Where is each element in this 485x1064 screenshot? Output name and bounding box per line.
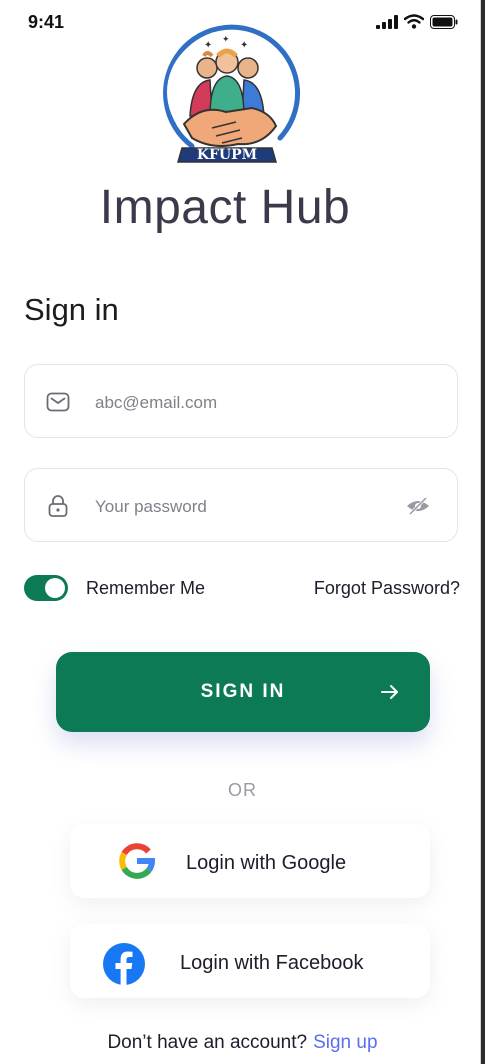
sign-in-button[interactable]: SIGN IN <box>56 652 430 732</box>
svg-text:✦: ✦ <box>204 40 212 51</box>
google-login-label: Login with Google <box>186 852 347 874</box>
wifi-icon <box>404 14 424 29</box>
toggle-knob <box>45 578 65 598</box>
password-field[interactable] <box>24 468 458 542</box>
lock-icon <box>48 495 68 517</box>
facebook-icon <box>103 943 145 985</box>
email-input[interactable] <box>93 389 397 417</box>
status-icons <box>376 14 458 29</box>
kfupm-logo: ✦ ✦ ✦ KFUPM <box>163 24 301 163</box>
sign-in-button-label: SIGN IN <box>200 681 286 702</box>
mail-icon <box>46 392 70 412</box>
forgot-password-link[interactable]: Forgot Password? <box>314 578 460 599</box>
signal-icon <box>376 14 398 29</box>
remember-row: Remember Me Forgot Password? <box>24 572 460 604</box>
status-time: 9:41 <box>28 12 65 32</box>
svg-text:✦: ✦ <box>222 35 230 45</box>
facebook-login-label: Login with Facebook <box>180 952 364 974</box>
svg-text:KFUPM: KFUPM <box>197 147 257 163</box>
or-divider: OR <box>228 780 257 800</box>
sign-in-screen: 9:41 ✦ ✦ ✦ KFUPM Impact Hub Sign in abc@… <box>0 0 481 1064</box>
battery-icon <box>430 14 458 29</box>
email-field[interactable] <box>24 364 458 438</box>
sign-up-link[interactable]: Sign up <box>313 1032 377 1053</box>
sign-in-heading: Sign in <box>24 292 119 327</box>
svg-text:✦: ✦ <box>240 40 248 51</box>
facebook-login-button[interactable]: Login with Facebook <box>70 924 430 998</box>
password-input[interactable] <box>93 493 397 521</box>
remember-me-label: Remember Me <box>86 578 206 598</box>
signup-row: Don’t have an account? Sign up <box>0 1032 480 1054</box>
eye-off-icon[interactable] <box>405 496 431 516</box>
remember-me-toggle[interactable] <box>24 575 68 601</box>
google-icon <box>119 843 156 879</box>
app-title: Impact Hub <box>99 181 351 234</box>
arrow-right-icon <box>381 685 398 699</box>
signup-prompt: Don’t have an account? <box>107 1032 308 1053</box>
google-login-button[interactable]: Login with Google <box>70 824 430 898</box>
